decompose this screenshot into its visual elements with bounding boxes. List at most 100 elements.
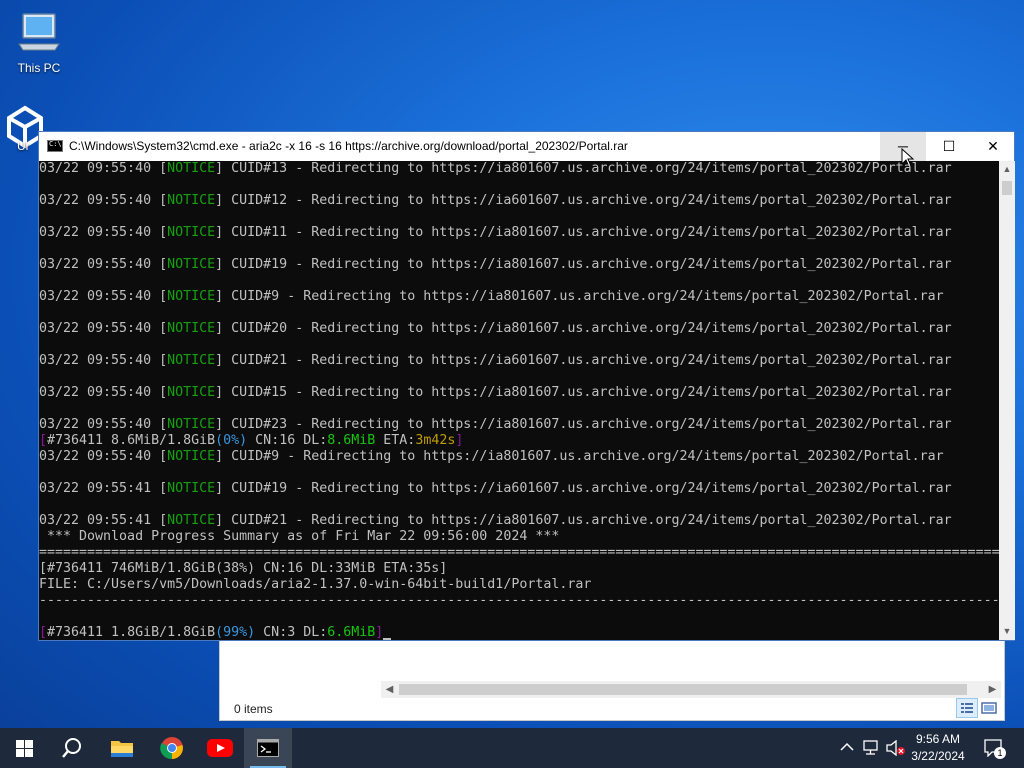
volume-button[interactable]: [884, 728, 906, 768]
chrome-button[interactable]: [148, 728, 196, 768]
console-colored-text: NOTICE: [167, 321, 216, 336]
scroll-right-icon[interactable]: ▶: [984, 681, 1001, 698]
vertical-scrollbar[interactable]: ▲ ▼: [999, 161, 1015, 640]
desktop-icon-this-pc[interactable]: This PC: [1, 8, 77, 75]
item-count: 0 items: [234, 702, 273, 716]
console-line: 03/22 09:55:40 [NOTICE] CUID#12 - Redire…: [39, 193, 999, 209]
console-text: 03/22 09:55:40 [: [39, 417, 168, 432]
console-colored-text: [: [39, 625, 48, 640]
folder-icon: [111, 741, 133, 757]
console-line: ========================================…: [39, 545, 999, 561]
console-text: ] CUID#12 - Redirecting to https://ia601…: [215, 193, 952, 208]
cmd-window[interactable]: C:\Windows\System32\cmd.exe - aria2c -x …: [38, 131, 1015, 641]
scroll-up-icon[interactable]: ▲: [999, 161, 1015, 178]
network-button[interactable]: [860, 728, 882, 768]
youtube-button[interactable]: [196, 728, 244, 768]
console-line: 03/22 09:55:40 [NOTICE] CUID#9 - Redirec…: [39, 449, 999, 465]
start-button[interactable]: [0, 728, 48, 768]
console-line: *** Download Progress Summary as of Fri …: [39, 529, 999, 545]
cmd-taskbar-button[interactable]: [244, 728, 292, 768]
console-line: [#736411 746MiB/1.8GiB(38%) CN:16 DL:33M…: [39, 561, 999, 577]
console-text: ] CUID#19 - Redirecting to https://ia601…: [215, 481, 952, 496]
console-text: CN:16 DL:: [247, 433, 328, 448]
maximize-button[interactable]: ☐: [926, 132, 972, 161]
large-icons-view-button[interactable]: [978, 698, 1000, 718]
system-clock[interactable]: 9:56 AM 3/22/2024: [905, 731, 971, 765]
console-colored-text: ]: [375, 625, 384, 640]
console-colored-text: NOTICE: [167, 257, 216, 272]
show-hidden-icons-button[interactable]: [838, 728, 856, 768]
scroll-left-icon[interactable]: ◀: [381, 681, 398, 698]
console-text: FILE: C:/Users/vm5/Downloads/aria2-1.37.…: [39, 577, 592, 592]
text-cursor: [383, 638, 392, 640]
console-colored-text: ]: [455, 433, 464, 448]
desktop-icon-unity[interactable]: Ur: [1, 104, 43, 153]
console-text: ] CUID#19 - Redirecting to https://ia801…: [215, 257, 952, 272]
maximize-icon: ☐: [942, 138, 956, 154]
scrollbar-thumb[interactable]: [1002, 181, 1012, 195]
console-colored-text: NOTICE: [167, 161, 216, 176]
console-text: ] CUID#23 - Redirecting to https://ia801…: [215, 417, 952, 432]
console-colored-text: NOTICE: [167, 193, 216, 208]
window-title: C:\Windows\System32\cmd.exe - aria2c -x …: [69, 139, 628, 153]
console-line: 03/22 09:55:41 [NOTICE] CUID#19 - Redire…: [39, 481, 999, 497]
console-text: ] CUID#9 - Redirecting to https://ia8016…: [215, 449, 944, 464]
console-colored-text: NOTICE: [167, 353, 216, 368]
search-button[interactable]: [48, 728, 96, 768]
console-text: 03/22 09:55:40 [: [39, 257, 168, 272]
console-line: 03/22 09:55:41 [NOTICE] CUID#21 - Redire…: [39, 513, 999, 529]
console-colored-text: NOTICE: [167, 449, 216, 464]
clock-date: 3/22/2024: [911, 749, 965, 763]
console-line: 03/22 09:55:40 [NOTICE] CUID#23 - Redire…: [39, 417, 999, 433]
console-text: #736411 1.8GiB/1.8GiB: [47, 625, 216, 640]
console-colored-text: NOTICE: [167, 289, 216, 304]
chrome-icon: [160, 737, 183, 760]
this-pc-icon: [18, 13, 60, 51]
console-text: 03/22 09:55:40 [: [39, 289, 168, 304]
console-line: FILE: C:/Users/vm5/Downloads/aria2-1.37.…: [39, 577, 999, 593]
file-explorer-button[interactable]: [98, 728, 146, 768]
console-text: [#736411 746MiB/1.8GiB(38%) CN:16 DL:33M…: [39, 561, 448, 576]
console-colored-text: 3m42s: [415, 433, 456, 448]
console-colored-text: NOTICE: [167, 481, 216, 496]
console-line: 03/22 09:55:40 [NOTICE] CUID#13 - Redire…: [39, 161, 999, 177]
youtube-icon: [207, 739, 233, 757]
console-line: 03/22 09:55:40 [NOTICE] CUID#19 - Redire…: [39, 257, 999, 273]
large-icons-view-icon: [981, 702, 997, 714]
console-line: [#736411 8.6MiB/1.8GiB(0%) CN:16 DL:8.6M…: [39, 433, 999, 449]
console-text: 03/22 09:55:40 [: [39, 161, 168, 176]
console-text: ] CUID#11 - Redirecting to https://ia801…: [215, 225, 952, 240]
console-text: CN:3 DL:: [255, 625, 328, 640]
console-line: ----------------------------------------…: [39, 593, 999, 609]
console-text: #736411 8.6MiB/1.8GiB: [47, 433, 216, 448]
console-line: 03/22 09:55:40 [NOTICE] CUID#15 - Redire…: [39, 385, 999, 401]
console-colored-text: (99%): [215, 625, 256, 640]
console-text: ] CUID#20 - Redirecting to https://ia801…: [215, 321, 952, 336]
console-text: 03/22 09:55:41 [: [39, 481, 168, 496]
console-text: 03/22 09:55:40 [: [39, 321, 168, 336]
taskbar: 9:56 AM 3/22/2024 1: [0, 728, 1024, 768]
close-button[interactable]: ✕: [970, 132, 1016, 161]
console-text: ] CUID#21 - Redirecting to https://ia801…: [215, 513, 952, 528]
action-center-button[interactable]: 1: [980, 728, 1010, 768]
windows-logo-icon: [16, 740, 33, 757]
console-output[interactable]: 03/22 09:55:40 [NOTICE] CUID#13 - Redire…: [39, 161, 999, 640]
console-line: 03/22 09:55:40 [NOTICE] CUID#20 - Redire…: [39, 321, 999, 337]
scroll-down-icon[interactable]: ▼: [999, 623, 1015, 640]
console-text: ] CUID#15 - Redirecting to https://ia801…: [215, 385, 952, 400]
console-text: 03/22 09:55:40 [: [39, 193, 168, 208]
file-explorer-window: ◀ ▶ 0 items: [219, 640, 1005, 721]
volume-muted-icon: [886, 740, 905, 756]
cmd-title-bar[interactable]: C:\Windows\System32\cmd.exe - aria2c -x …: [39, 132, 1016, 168]
details-view-button[interactable]: [956, 698, 978, 718]
horizontal-scrollbar[interactable]: ◀ ▶: [381, 681, 1001, 698]
console-text: 03/22 09:55:40 [: [39, 353, 168, 368]
scrollbar-thumb[interactable]: [399, 684, 967, 695]
console-text: *** Download Progress Summary as of Fri …: [39, 529, 560, 544]
